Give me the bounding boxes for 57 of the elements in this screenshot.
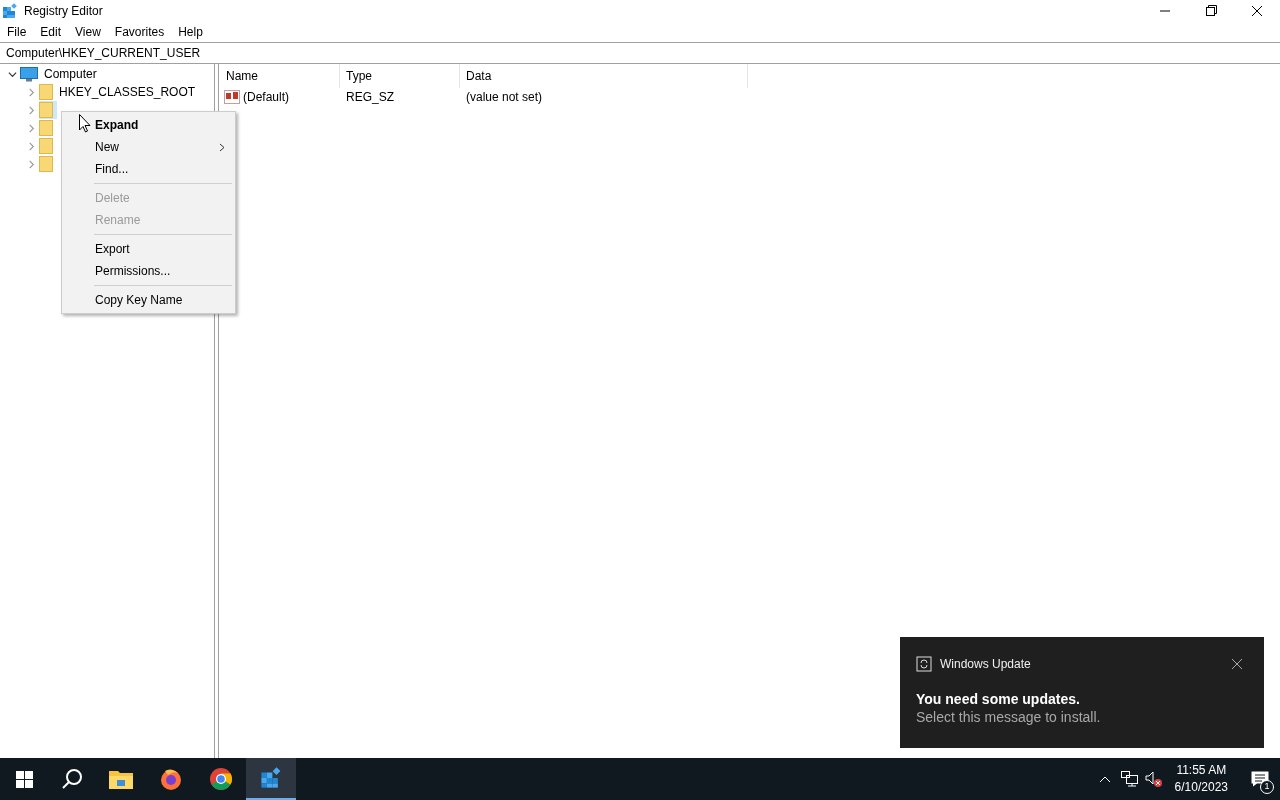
address-field[interactable]: Computer\HKEY_CURRENT_USER xyxy=(0,42,1280,64)
value-type: REG_SZ xyxy=(345,89,395,106)
folder-icon xyxy=(39,156,53,172)
menu-item[interactable]: Help xyxy=(172,23,209,41)
app-icon xyxy=(2,3,18,19)
window-title: Registry Editor xyxy=(24,3,103,20)
update-icon xyxy=(916,656,932,672)
browser-icon xyxy=(159,767,183,791)
menu-item[interactable]: Edit xyxy=(34,23,68,41)
folder-icon xyxy=(39,84,53,100)
column-header[interactable]: Type xyxy=(340,64,460,88)
clock-date[interactable]: 6/10/2023 xyxy=(1174,779,1228,796)
tree-item[interactable]: Computer xyxy=(20,65,101,83)
context-menu-item[interactable]: Copy Key Name xyxy=(62,289,235,311)
chevron-up-icon[interactable] xyxy=(1098,775,1111,783)
toast-title: You need some updates. xyxy=(916,690,1081,708)
folder-icon xyxy=(39,138,53,154)
folder-icon xyxy=(39,120,53,136)
expand-chevron-icon[interactable] xyxy=(27,123,36,133)
registry-icon xyxy=(260,767,282,789)
folder-icon xyxy=(109,769,133,789)
notification-count: 1 xyxy=(1260,780,1274,794)
collapse-chevron-icon[interactable] xyxy=(8,69,17,79)
taskbar-app[interactable] xyxy=(246,758,296,800)
column-header[interactable]: Name xyxy=(220,64,340,88)
context-menu-item[interactable]: Permissions... xyxy=(62,260,235,282)
string-value-icon xyxy=(224,90,240,104)
search-icon xyxy=(61,768,83,790)
context-menu-item[interactable]: Export xyxy=(62,238,235,260)
menu-item[interactable]: Favorites xyxy=(108,23,171,41)
folder-icon xyxy=(39,102,53,118)
network-icon[interactable] xyxy=(1120,771,1139,787)
expand-chevron-icon[interactable] xyxy=(27,87,36,97)
notification-toast[interactable]: Windows Update You need some updates. Select this message to install. xyxy=(900,637,1264,748)
expand-chevron-icon[interactable] xyxy=(27,141,36,151)
toast-message: Select this message to install. xyxy=(916,708,1102,726)
menu-item[interactable]: View xyxy=(69,23,107,41)
context-menu-item[interactable]: New xyxy=(62,136,235,158)
expand-chevron-icon[interactable] xyxy=(27,159,36,169)
expand-chevron-icon[interactable] xyxy=(27,105,36,115)
clock-time[interactable]: 11:55 AM xyxy=(1176,762,1227,779)
tree-item[interactable]: HKEY_CLASSES_ROOT xyxy=(39,83,200,101)
close-icon[interactable] xyxy=(1232,659,1242,669)
toast-app-name: Windows Update xyxy=(940,656,1032,673)
value-name: (Default) xyxy=(243,89,289,106)
menu-item[interactable]: File xyxy=(1,23,33,41)
column-header[interactable]: Data xyxy=(460,64,748,88)
context-menu-item[interactable]: Find... xyxy=(62,158,235,180)
muted-speaker-icon[interactable] xyxy=(1144,770,1163,788)
mouse-cursor-icon xyxy=(79,114,91,133)
context-menu-item[interactable]: Expand xyxy=(62,114,235,136)
notification-button[interactable]: 1 xyxy=(1240,758,1280,800)
browser-icon xyxy=(209,767,233,791)
windows-logo-icon xyxy=(15,770,33,788)
value-data: (value not set) xyxy=(465,89,544,106)
message-icon xyxy=(1251,771,1269,787)
computer-icon xyxy=(20,66,38,82)
